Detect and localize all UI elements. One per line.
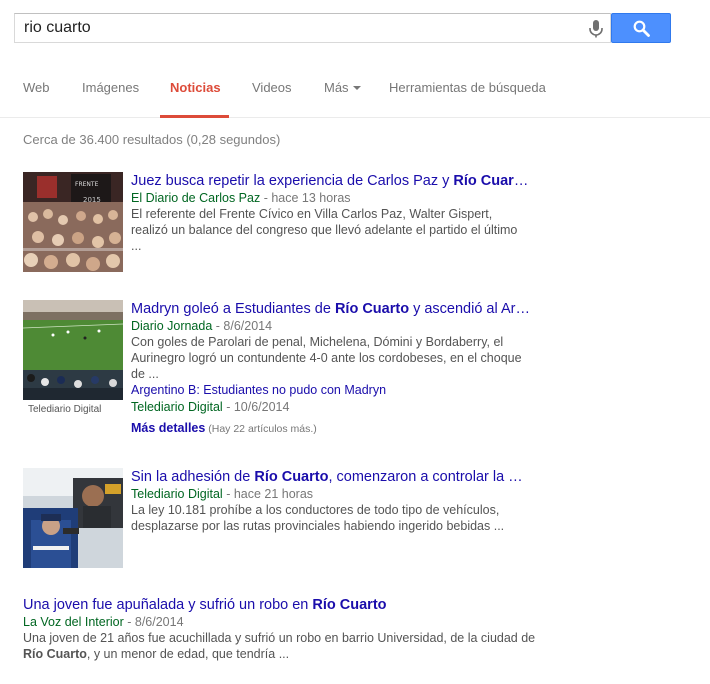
search-header bbox=[0, 0, 710, 58]
result-source: El Diario de Carlos Paz - hace 13 horas bbox=[131, 191, 351, 205]
result-source: Diario Jornada - 8/6/2014 bbox=[131, 319, 273, 333]
news-result: Una joven fue apuñalada y sufrió un robo… bbox=[23, 596, 543, 666]
tab-web[interactable]: Web bbox=[23, 80, 50, 118]
result-thumbnail[interactable] bbox=[23, 468, 123, 568]
soccer-field-photo-icon bbox=[23, 300, 123, 400]
thumbnail-caption: Telediario Digital bbox=[28, 404, 102, 415]
result-snippet: La ley 10.181 prohíbe a los conductores … bbox=[131, 503, 505, 533]
news-result: FRENTE 2015 Juez busca repetir la experi… bbox=[23, 172, 533, 277]
search-input[interactable] bbox=[15, 14, 575, 42]
tab-news[interactable]: Noticias bbox=[160, 80, 229, 118]
result-stats: Cerca de 36.400 resultados (0,28 segundo… bbox=[23, 132, 281, 147]
result-title[interactable]: Madryn goleó a Estudiantes de Río Cuarto… bbox=[131, 300, 536, 318]
news-result: Sin la adhesión de Río Cuarto, comenzaro… bbox=[23, 468, 533, 570]
search-box[interactable] bbox=[14, 13, 611, 43]
result-snippet: Una joven de 21 años fue acuchillada y s… bbox=[23, 631, 536, 661]
more-articles-note: (Hay 22 artículos más.) bbox=[205, 423, 317, 435]
microphone-icon[interactable] bbox=[587, 19, 605, 39]
related-article-title[interactable]: Argentino B: Estudiantes no pudo con Mad… bbox=[131, 382, 531, 399]
tab-videos[interactable]: Videos bbox=[252, 80, 292, 118]
search-button[interactable] bbox=[611, 13, 671, 43]
search-icon bbox=[633, 20, 650, 37]
tab-more[interactable]: Más bbox=[324, 80, 361, 118]
result-thumbnail[interactable]: FRENTE 2015 bbox=[23, 172, 123, 272]
result-thumbnail[interactable] bbox=[23, 300, 123, 400]
caret-down-icon bbox=[352, 85, 361, 90]
related-article-source: Telediario Digital - 10/6/2014 bbox=[131, 400, 290, 414]
result-title[interactable]: Una joven fue apuñalada y sufrió un robo… bbox=[23, 596, 543, 614]
svg-text:FRENTE: FRENTE bbox=[75, 181, 99, 188]
tab-search-tools[interactable]: Herramientas de búsqueda bbox=[389, 80, 546, 118]
crowd-photo-icon: FRENTE 2015 bbox=[23, 172, 123, 272]
result-source: Telediario Digital - hace 21 horas bbox=[131, 487, 314, 501]
result-title[interactable]: Sin la adhesión de Río Cuarto, comenzaro… bbox=[131, 468, 536, 486]
search-tabs: Web Imágenes Noticias Videos Más Herrami… bbox=[0, 58, 710, 118]
result-title[interactable]: Juez busca repetir la experiencia de Car… bbox=[131, 172, 536, 190]
traffic-control-photo-icon bbox=[23, 468, 123, 568]
result-snippet: El referente del Frente Cívico en Villa … bbox=[131, 207, 518, 253]
tab-images[interactable]: Imágenes bbox=[82, 80, 139, 118]
more-details-link[interactable]: Más detalles (Hay 22 artículos más.) bbox=[131, 419, 531, 438]
news-result: Telediario Digital Madryn goleó a Estudi… bbox=[23, 300, 533, 445]
result-source: La Voz del Interior - 8/6/2014 bbox=[23, 615, 184, 629]
result-snippet: Con goles de Parolari de penal, Michelen… bbox=[131, 335, 522, 381]
tab-more-label: Más bbox=[324, 80, 349, 95]
